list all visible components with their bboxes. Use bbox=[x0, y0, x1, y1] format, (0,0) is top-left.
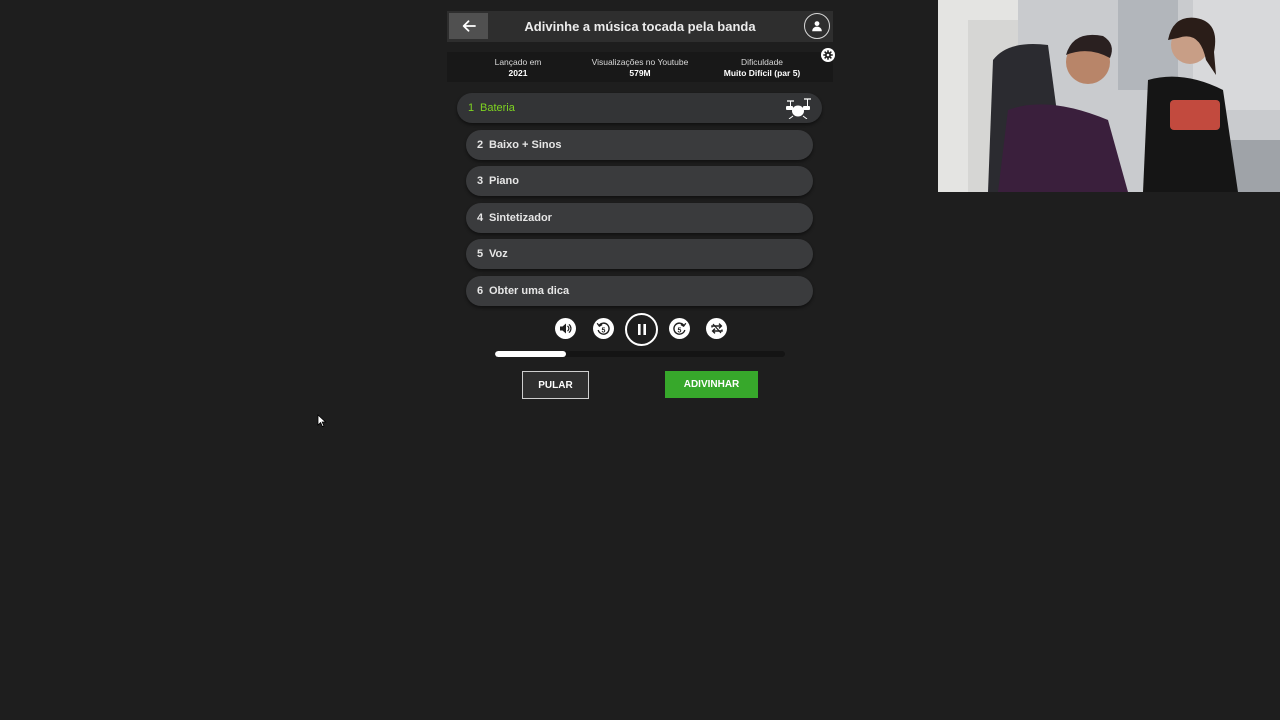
track-number: 6 bbox=[477, 285, 484, 297]
forward-seconds-label: 5 bbox=[678, 327, 682, 334]
volume-button[interactable] bbox=[555, 318, 576, 339]
progress-bar[interactable] bbox=[495, 351, 785, 357]
track-item-bass[interactable]: 2 Baixo + Sinos bbox=[466, 130, 813, 160]
track-number: 1 bbox=[468, 102, 475, 114]
track-item-hint[interactable]: 6 Obter uma dica bbox=[466, 276, 813, 306]
profile-button[interactable] bbox=[804, 13, 830, 39]
gear-icon bbox=[823, 50, 833, 60]
forward-button[interactable]: 5 bbox=[669, 318, 690, 339]
track-number: 3 bbox=[477, 175, 484, 187]
track-item-drums[interactable]: 1 Bateria bbox=[457, 93, 822, 123]
track-number: 4 bbox=[477, 212, 484, 224]
pause-icon bbox=[637, 324, 646, 335]
settings-button[interactable] bbox=[821, 48, 835, 62]
pause-button[interactable] bbox=[625, 313, 658, 346]
info-views: Visualizações no Youtube 579M bbox=[575, 57, 705, 78]
guess-button[interactable]: ADIVINHAR bbox=[665, 371, 758, 398]
header-bar: Adivinhe a música tocada pela banda bbox=[447, 11, 833, 42]
info-difficulty: Dificuldade Muito Difícil (par 5) bbox=[697, 57, 827, 78]
views-value: 579M bbox=[629, 68, 651, 78]
info-released: Lançado em 2021 bbox=[453, 57, 583, 78]
webcam-overlay bbox=[938, 0, 1280, 192]
released-label: Lançado em bbox=[494, 57, 542, 67]
views-label: Visualizações no Youtube bbox=[591, 57, 689, 67]
back-button[interactable] bbox=[449, 13, 488, 39]
user-icon bbox=[812, 21, 822, 32]
drum-kit-icon bbox=[786, 98, 811, 119]
track-label: Sintetizador bbox=[489, 212, 552, 224]
difficulty-label: Dificuldade bbox=[740, 57, 784, 67]
player-controls: 5 5 bbox=[447, 313, 833, 349]
rewind-button[interactable]: 5 bbox=[593, 318, 614, 339]
loop-icon bbox=[710, 323, 723, 334]
released-value: 2021 bbox=[508, 68, 528, 78]
song-info-bar: Lançado em 2021 Visualizações no Youtube… bbox=[447, 52, 833, 82]
track-item-voice[interactable]: 5 Voz bbox=[466, 239, 813, 269]
track-label: Obter uma dica bbox=[489, 285, 570, 297]
track-number: 2 bbox=[477, 139, 484, 151]
webcam-feed-image bbox=[938, 0, 1280, 192]
mouse-cursor-icon bbox=[317, 414, 327, 428]
track-item-piano[interactable]: 3 Piano bbox=[466, 166, 813, 196]
track-label: Baixo + Sinos bbox=[489, 139, 562, 151]
track-label: Voz bbox=[489, 248, 508, 260]
loop-button[interactable] bbox=[706, 318, 727, 339]
track-label: Piano bbox=[489, 175, 519, 187]
skip-button[interactable]: PULAR bbox=[522, 371, 589, 399]
volume-icon bbox=[560, 323, 572, 334]
forward-5-icon: 5 bbox=[673, 322, 687, 335]
rewind-5-icon: 5 bbox=[596, 322, 610, 335]
rewind-seconds-label: 5 bbox=[602, 327, 606, 334]
page-title: Adivinhe a música tocada pela banda bbox=[524, 19, 756, 34]
track-item-synth[interactable]: 4 Sintetizador bbox=[466, 203, 813, 233]
difficulty-value: Muito Difícil (par 5) bbox=[723, 68, 801, 78]
arrow-left-icon bbox=[462, 20, 476, 32]
track-number: 5 bbox=[477, 248, 484, 260]
progress-fill bbox=[495, 351, 567, 357]
track-label: Bateria bbox=[480, 102, 515, 114]
